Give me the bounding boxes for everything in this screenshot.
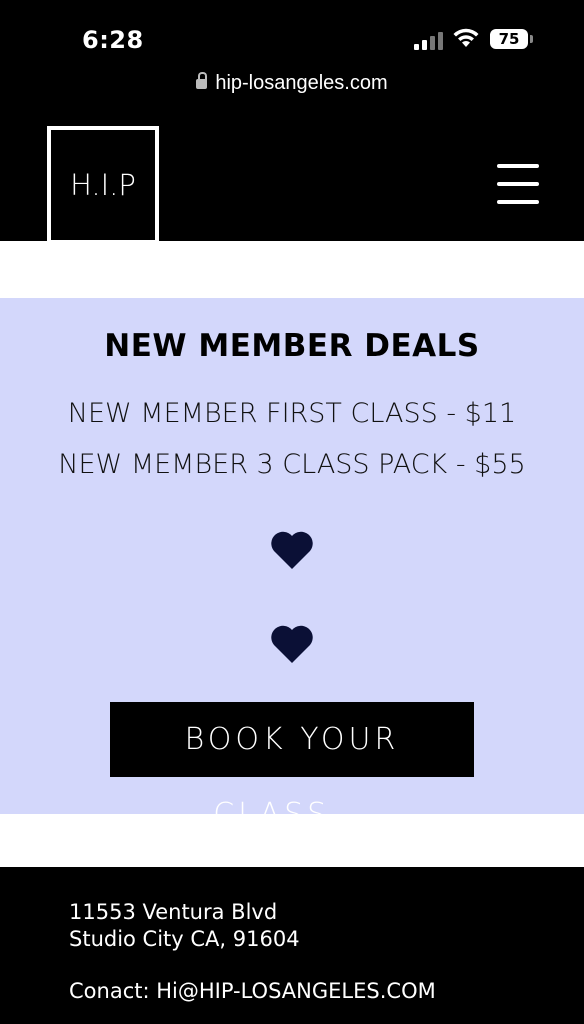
hamburger-icon[interactable] [497,164,539,204]
deal-class-pack: NEW MEMBER 3 CLASS PACK - $55 [58,449,526,480]
site-logo[interactable]: H.I.P [47,126,159,244]
site-header: H.I.P [0,120,584,244]
deal-first-class: NEW MEMBER FIRST CLASS - $11 [67,398,517,429]
battery-nub [530,35,533,43]
footer-address: 11553 Ventura Blvd Studio City CA, 91604 [69,899,300,953]
heart-icon [271,531,313,569]
footer-contact[interactable]: Conact: Hi@HIP-LOSANGELES.COM [69,979,436,1003]
spacer-band [0,241,584,298]
wifi-icon [453,28,479,47]
address-line-2: Studio City CA, 91604 [69,927,300,951]
heart-icon [271,625,313,663]
battery-icon: 75 [490,29,528,49]
lock-icon [196,72,208,89]
address-bar[interactable]: hip-losangeles.com [0,72,584,95]
deals-title: NEW MEMBER DEALS [104,328,480,364]
address-line-1: 11553 Ventura Blvd [69,900,278,924]
status-time: 6:28 [82,26,144,54]
book-your-class-button[interactable]: BOOK YOUR CLASS... [110,702,474,832]
new-member-deals-section: NEW MEMBER DEALS NEW MEMBER FIRST CLASS … [0,298,584,832]
cellular-signal-icon [414,30,446,50]
site-footer: 11553 Ventura Blvd Studio City CA, 91604… [0,867,584,1024]
status-bar: 6:28 75 hip-losangeles.com [0,0,584,120]
url-text: hip-losangeles.com [215,72,388,94]
